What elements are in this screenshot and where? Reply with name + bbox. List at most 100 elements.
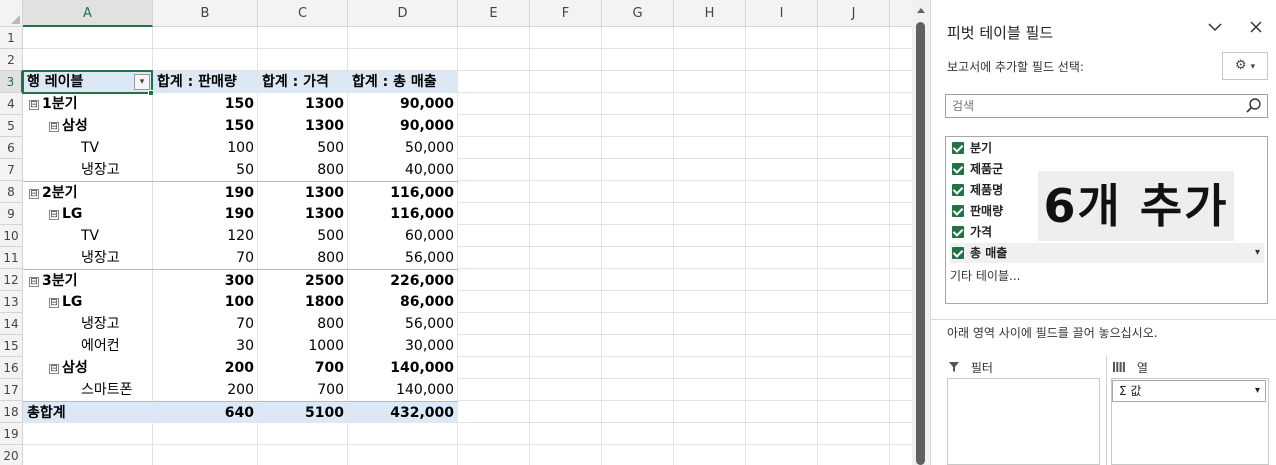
column-header-k-partial[interactable] — [890, 0, 912, 27]
column-header-b[interactable]: B — [153, 0, 258, 27]
row-header-13[interactable]: 13 — [0, 291, 23, 313]
row-header-17[interactable]: 17 — [0, 379, 23, 401]
pivot-row-label[interactable]: TV — [23, 225, 153, 247]
qty-cell[interactable]: 50 — [153, 159, 258, 181]
pivot-row-label[interactable]: ⊟ LG — [23, 291, 153, 313]
column-header-f[interactable]: F — [530, 0, 602, 27]
sum-price-header[interactable]: 합계 : 가격 — [258, 71, 348, 93]
pane-options-chevron-icon[interactable] — [1205, 20, 1225, 36]
sum-sales-header[interactable]: 합계 : 총 매출 — [348, 71, 458, 93]
row-header-15[interactable]: 15 — [0, 335, 23, 357]
column-header-a[interactable]: A — [23, 0, 153, 27]
column-header-h[interactable]: H — [674, 0, 746, 27]
row-header-9[interactable]: 9 — [0, 203, 23, 225]
collapse-toggle-icon[interactable]: ⊟ — [49, 298, 59, 308]
column-header-j[interactable]: J — [818, 0, 890, 27]
scrollbar-thumb[interactable] — [916, 22, 925, 465]
spreadsheet-grid[interactable]: A B C D E F G H I J 1 2 3 4 5 6 7 8 9 10… — [0, 0, 912, 465]
row-header-19[interactable]: 19 — [0, 423, 23, 445]
row-header-12[interactable]: 12 — [0, 269, 23, 291]
qty-cell[interactable]: 70 — [153, 313, 258, 335]
row-header-10[interactable]: 10 — [0, 225, 23, 247]
column-header-i[interactable]: I — [746, 0, 818, 27]
price-cell[interactable]: 5100 — [258, 402, 348, 424]
qty-cell[interactable]: 300 — [153, 270, 258, 292]
pivot-row-label[interactable]: 냉장고 — [23, 247, 153, 269]
price-cell[interactable]: 1300 — [258, 115, 348, 137]
sales-cell[interactable]: 90,000 — [348, 115, 458, 137]
row-header-11[interactable]: 11 — [0, 247, 23, 269]
qty-cell[interactable]: 200 — [153, 357, 258, 379]
checkbox-checked[interactable] — [952, 163, 964, 175]
collapse-toggle-icon[interactable]: ⊟ — [49, 122, 59, 132]
qty-cell[interactable]: 100 — [153, 137, 258, 159]
row-header-18[interactable]: 18 — [0, 401, 23, 423]
scroll-up-icon[interactable] — [917, 8, 925, 13]
close-icon[interactable] — [1246, 20, 1266, 38]
row-header-16[interactable]: 16 — [0, 357, 23, 379]
sales-cell[interactable]: 90,000 — [348, 93, 458, 115]
tools-gear-button[interactable]: ⚙ ▾ — [1222, 52, 1268, 80]
sales-cell[interactable]: 56,000 — [348, 247, 458, 269]
price-cell[interactable]: 500 — [258, 225, 348, 247]
collapse-toggle-icon[interactable]: ⊟ — [29, 100, 39, 110]
qty-cell[interactable]: 150 — [153, 115, 258, 137]
select-all-corner[interactable] — [0, 0, 23, 27]
row-header-1[interactable]: 1 — [0, 27, 23, 49]
qty-cell[interactable]: 70 — [153, 247, 258, 269]
pivot-row-label[interactable]: 냉장고 — [23, 313, 153, 335]
price-cell[interactable]: 700 — [258, 379, 348, 401]
column-header-g[interactable]: G — [602, 0, 674, 27]
sales-cell[interactable]: 140,000 — [348, 357, 458, 379]
price-cell[interactable]: 800 — [258, 247, 348, 269]
sum-qty-header[interactable]: 합계 : 판매량 — [153, 71, 258, 93]
qty-cell[interactable]: 120 — [153, 225, 258, 247]
checkbox-checked[interactable] — [952, 184, 964, 196]
sales-cell[interactable]: 56,000 — [348, 313, 458, 335]
price-cell[interactable]: 1300 — [258, 203, 348, 225]
price-cell[interactable]: 800 — [258, 159, 348, 181]
filter-drop-area[interactable] — [947, 378, 1100, 465]
field-item-total-sales[interactable]: 총 매출 ▾ — [950, 243, 1264, 263]
row-header-14[interactable]: 14 — [0, 313, 23, 335]
sales-cell[interactable]: 116,000 — [348, 203, 458, 225]
qty-cell[interactable]: 30 — [153, 335, 258, 357]
checkbox-checked[interactable] — [952, 226, 964, 238]
sales-cell[interactable]: 432,000 — [348, 402, 458, 424]
qty-cell[interactable]: 100 — [153, 291, 258, 313]
sales-cell[interactable]: 140,000 — [348, 379, 458, 401]
column-header-c[interactable]: C — [258, 0, 348, 27]
sales-cell[interactable]: 86,000 — [348, 291, 458, 313]
price-cell[interactable]: 1000 — [258, 335, 348, 357]
row-header-7[interactable]: 7 — [0, 159, 23, 181]
chevron-down-icon[interactable]: ▾ — [1255, 243, 1260, 263]
pivot-row-label[interactable]: 냉장고 — [23, 159, 153, 181]
more-tables-link[interactable]: 기타 테이블... — [950, 267, 1020, 284]
qty-cell[interactable]: 190 — [153, 182, 258, 204]
pivot-row-label[interactable]: ⊟ 3분기 — [23, 270, 153, 292]
pivot-row-label[interactable]: 스마트폰 — [23, 379, 153, 401]
collapse-toggle-icon[interactable]: ⊟ — [49, 210, 59, 220]
pivot-row-label[interactable]: ⊟ 삼성 — [23, 115, 153, 137]
checkbox-checked[interactable] — [952, 142, 964, 154]
chevron-down-icon[interactable]: ▾ — [1255, 381, 1260, 401]
price-cell[interactable]: 1800 — [258, 291, 348, 313]
column-header-e[interactable]: E — [458, 0, 530, 27]
row-header-3[interactable]: 3 — [0, 71, 23, 93]
sales-cell[interactable]: 116,000 — [348, 182, 458, 204]
qty-cell[interactable]: 150 — [153, 93, 258, 115]
collapse-toggle-icon[interactable]: ⊟ — [29, 189, 39, 199]
fill-handle[interactable] — [148, 90, 154, 96]
qty-cell[interactable]: 190 — [153, 203, 258, 225]
price-cell[interactable]: 800 — [258, 313, 348, 335]
row-header-5[interactable]: 5 — [0, 115, 23, 137]
price-cell[interactable]: 700 — [258, 357, 348, 379]
qty-cell[interactable]: 640 — [153, 402, 258, 424]
sales-cell[interactable]: 50,000 — [348, 137, 458, 159]
field-search-input[interactable] — [945, 94, 1268, 118]
checkbox-checked[interactable] — [952, 247, 964, 259]
row-header-6[interactable]: 6 — [0, 137, 23, 159]
qty-cell[interactable]: 200 — [153, 379, 258, 401]
pivot-row-label[interactable]: ⊟ 1분기 — [23, 93, 153, 115]
collapse-toggle-icon[interactable]: ⊟ — [29, 277, 39, 287]
